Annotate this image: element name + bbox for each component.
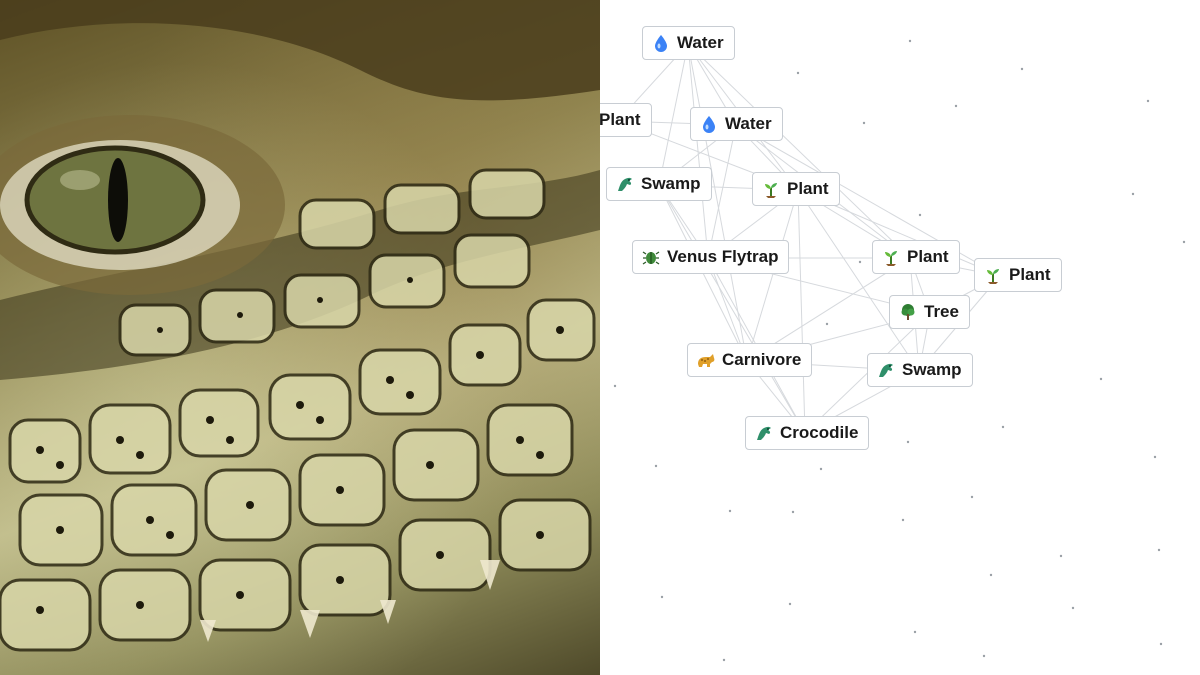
element-water[interactable]: Water	[642, 26, 735, 60]
element-label: Swamp	[902, 360, 962, 379]
element-plant[interactable]: Plant	[872, 240, 960, 274]
element-label: Swamp	[641, 174, 701, 193]
element-plant[interactable]: Plant	[974, 258, 1062, 292]
element-label: Crocodile	[780, 423, 859, 442]
connection-lines	[613, 39, 1186, 662]
seedling-icon	[983, 265, 1003, 285]
element-swamp[interactable]: Swamp	[867, 353, 973, 387]
dragon-icon	[615, 174, 635, 194]
seedling-icon	[881, 247, 901, 267]
crocodile-skin-illustration	[0, 0, 600, 652]
element-water[interactable]: Water	[690, 107, 783, 141]
seedling-icon	[761, 179, 781, 199]
bug-icon	[641, 247, 661, 267]
leopard-icon	[696, 350, 716, 370]
tree-icon	[898, 302, 918, 322]
element-label: Tree	[924, 302, 959, 321]
element-label: Carnivore	[722, 350, 802, 369]
crocodile-photo	[0, 0, 600, 675]
element-label: Plant	[907, 247, 949, 266]
element-label: Plant	[1009, 265, 1051, 284]
dragon-icon	[876, 360, 896, 380]
element-plant[interactable]: Plant	[752, 172, 840, 206]
element-tree[interactable]: Tree	[889, 295, 970, 329]
water-drop-icon	[651, 33, 671, 53]
element-label: Plant	[600, 110, 641, 129]
element-label: Venus Flytrap	[667, 247, 779, 266]
element-label: Plant	[787, 179, 829, 198]
crafting-canvas[interactable]: Water Plant Water Swamp Plant Venus Flyt…	[600, 0, 1200, 675]
water-drop-icon	[699, 114, 719, 134]
element-carnivore[interactable]: Carnivore	[687, 343, 813, 377]
element-label: Water	[677, 33, 724, 52]
element-swamp[interactable]: Swamp	[606, 167, 712, 201]
element-plant-partial[interactable]: Plant	[600, 103, 652, 137]
element-label: Water	[725, 114, 772, 133]
element-crocodile[interactable]: Crocodile	[745, 416, 870, 450]
dragon-icon	[754, 423, 774, 443]
element-venus-flytrap[interactable]: Venus Flytrap	[632, 240, 790, 274]
